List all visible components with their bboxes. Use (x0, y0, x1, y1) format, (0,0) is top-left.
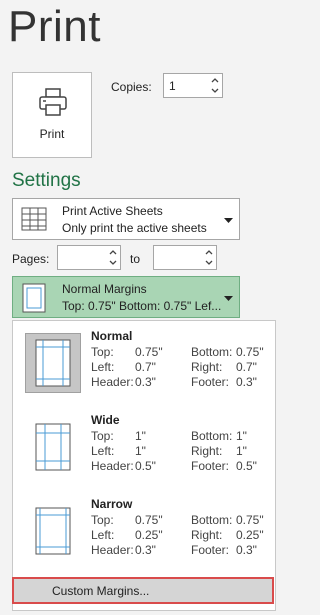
footer-label: Footer: (191, 543, 230, 557)
copies-value: 1 (169, 79, 176, 93)
right-value: 0.7" (236, 360, 257, 374)
margins-title: Normal Margins (62, 282, 147, 296)
bottom-label: Bottom: (191, 513, 233, 527)
bottom-value: 1" (236, 429, 247, 443)
settings-heading: Settings (12, 170, 81, 191)
top-label: Top: (91, 513, 114, 527)
left-label: Left: (91, 528, 115, 542)
right-label: Right: (191, 360, 223, 374)
footer-label: Footer: (191, 375, 230, 389)
dropdown-arrow-icon (224, 218, 233, 223)
pages-label: Pages: (12, 252, 50, 266)
copies-spinner[interactable]: 1 (163, 73, 223, 98)
left-label: Left: (91, 360, 115, 374)
margins-menu: Normal Top: 0.75" Bottom: 0.75" Left: 0.… (12, 320, 276, 611)
footer-value: 0.3" (236, 543, 257, 557)
pages-to-label: to (130, 252, 141, 266)
top-value: 0.75" (135, 345, 163, 359)
custom-margins-label: Custom Margins... (52, 584, 150, 598)
print-button[interactable]: Print (12, 72, 92, 158)
narrow-margins-icon (35, 507, 71, 555)
chevron-down-icon[interactable] (108, 258, 118, 268)
dropdown-arrow-icon (224, 296, 233, 301)
top-label: Top: (91, 429, 114, 443)
header-value: 0.5" (135, 459, 156, 473)
left-label: Left: (91, 444, 115, 458)
margin-option-normal[interactable]: Normal Top: 0.75" Bottom: 0.75" Left: 0.… (13, 323, 275, 407)
chevron-up-icon[interactable] (204, 247, 214, 257)
top-value: 0.75" (135, 513, 163, 527)
print-button-label: Print (39, 127, 65, 141)
chevron-up-icon[interactable] (108, 247, 118, 257)
footer-value: 0.5" (236, 459, 257, 473)
right-value: 1" (236, 444, 247, 458)
option-name: Narrow (91, 497, 133, 511)
bottom-label: Bottom: (191, 429, 233, 443)
margins-dropdown[interactable]: Normal Margins Top: 0.75" Bottom: 0.75" … (12, 276, 240, 318)
print-what-title: Print Active Sheets (62, 204, 163, 218)
custom-margins-button[interactable]: Custom Margins... (12, 577, 274, 604)
normal-margins-icon (35, 339, 71, 387)
bottom-value: 0.75" (236, 345, 264, 359)
left-value: 0.7" (135, 360, 156, 374)
header-value: 0.3" (135, 375, 156, 389)
option-name: Normal (91, 329, 133, 343)
chevron-down-icon[interactable] (204, 258, 214, 268)
margins-subtitle: Top: 0.75" Bottom: 0.75" Lef... (62, 299, 222, 313)
left-value: 0.25" (135, 528, 163, 542)
bottom-label: Bottom: (191, 345, 233, 359)
chevron-up-icon[interactable] (210, 75, 220, 85)
top-value: 1" (135, 429, 146, 443)
printer-icon (39, 88, 67, 116)
margins-page-icon (22, 283, 46, 313)
footer-value: 0.3" (236, 375, 257, 389)
chevron-down-icon[interactable] (210, 86, 220, 96)
sheet-grid-icon (21, 207, 47, 231)
print-what-subtitle: Only print the active sheets (62, 221, 207, 235)
right-label: Right: (191, 528, 223, 542)
header-label: Header: (91, 375, 134, 389)
bottom-value: 0.75" (236, 513, 264, 527)
margin-option-wide[interactable]: Wide Top: 1" Bottom: 1" Left: 1" Right: … (13, 407, 275, 491)
footer-label: Footer: (191, 459, 230, 473)
top-label: Top: (91, 345, 114, 359)
header-value: 0.3" (135, 543, 156, 557)
copies-label: Copies: (111, 80, 152, 94)
margin-option-narrow[interactable]: Narrow Top: 0.75" Bottom: 0.75" Left: 0.… (13, 491, 275, 575)
right-label: Right: (191, 444, 223, 458)
header-label: Header: (91, 459, 134, 473)
right-value: 0.25" (236, 528, 264, 542)
page-title: Print (8, 2, 101, 51)
header-label: Header: (91, 543, 134, 557)
option-name: Wide (91, 413, 120, 427)
pages-from-input[interactable] (57, 245, 121, 270)
pages-to-input[interactable] (153, 245, 217, 270)
left-value: 1" (135, 444, 146, 458)
print-what-dropdown[interactable]: Print Active Sheets Only print the activ… (12, 198, 240, 240)
wide-margins-icon (35, 423, 71, 471)
